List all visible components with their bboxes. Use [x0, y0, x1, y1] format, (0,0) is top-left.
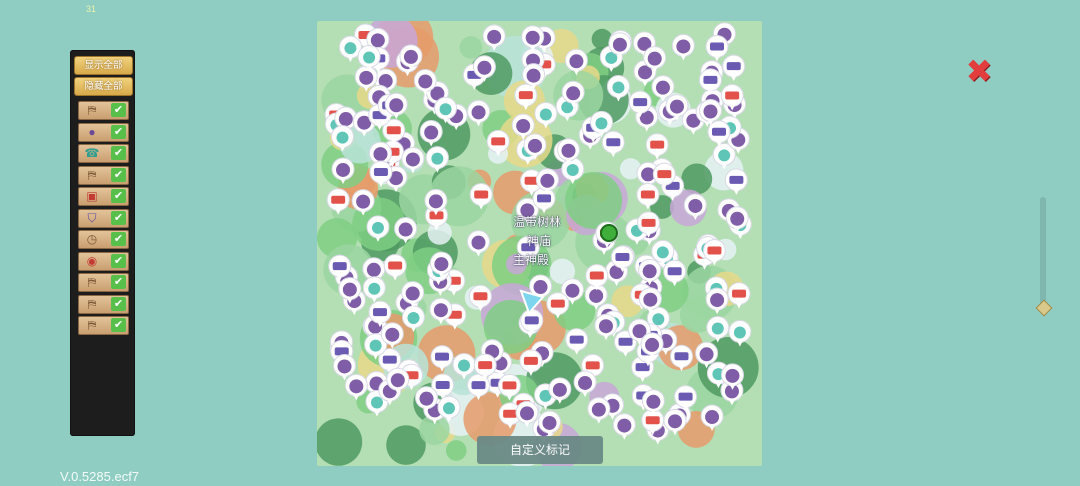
- checkbox-checked-icon[interactable]: ✔: [111, 232, 126, 246]
- chest-red-icon: ▣: [86, 189, 98, 203]
- signpost-icon: ⛿: [87, 318, 97, 332]
- terrain-patch: [445, 440, 467, 461]
- checkbox-checked-icon[interactable]: ✔: [111, 167, 126, 182]
- npc-hood-icon: ●: [88, 124, 96, 139]
- filter-row[interactable]: ⛉ ✔: [78, 208, 129, 228]
- filter-row[interactable]: ● ✔: [78, 122, 129, 142]
- filter-row[interactable]: ⛿ ✔: [78, 316, 129, 335]
- zoom-slider[interactable]: [1040, 197, 1046, 309]
- filter-row[interactable]: ⛿ ✔: [78, 101, 129, 120]
- checkbox-checked-icon[interactable]: ✔: [111, 318, 126, 332]
- map-label-temple: 神庙: [527, 234, 552, 248]
- signpost-icon: ⛿: [87, 167, 97, 182]
- hood-marker-icon[interactable]: [587, 397, 611, 424]
- sofa-icon: ⛉: [87, 210, 97, 225]
- show-all-button[interactable]: 显示全部: [74, 56, 133, 75]
- map-label-main-temple: 主神殿: [513, 253, 550, 267]
- chest-marker-icon[interactable]: [645, 133, 669, 160]
- filter-row[interactable]: ◉ ✔: [78, 251, 129, 271]
- filter-row[interactable]: ▣ ✔: [78, 187, 129, 206]
- terrain-patch: [459, 36, 483, 59]
- player-location-icon: [600, 224, 618, 242]
- filter-row[interactable]: ◷ ✔: [78, 230, 129, 249]
- signpost-icon: ⛿: [87, 296, 97, 311]
- checkbox-checked-icon[interactable]: ✔: [111, 103, 126, 117]
- signpost-icon: ⛿: [87, 103, 97, 117]
- hood-marker-icon[interactable]: [671, 33, 695, 61]
- checkbox-checked-icon[interactable]: ✔: [111, 296, 126, 311]
- map-label-forest: 温带树林: [513, 215, 562, 229]
- checkbox-checked-icon[interactable]: ✔: [111, 210, 126, 225]
- sofa-marker-icon[interactable]: [724, 168, 748, 195]
- clock-icon: ◷: [86, 232, 98, 246]
- sofa-marker-icon[interactable]: [705, 34, 729, 62]
- sofa-marker-icon[interactable]: [565, 328, 589, 355]
- teleport-icon: ☎: [84, 146, 100, 160]
- close-icon[interactable]: ✖: [962, 54, 996, 88]
- fps-counter: 31: [86, 4, 97, 14]
- filter-row[interactable]: ☎ ✔: [78, 144, 129, 163]
- hide-all-button[interactable]: 隐藏全部: [74, 77, 133, 96]
- snail-icon: ◉: [86, 253, 98, 268]
- zoom-slider-handle[interactable]: [1035, 299, 1053, 317]
- checkbox-checked-icon[interactable]: ✔: [111, 253, 126, 268]
- filter-row[interactable]: ⛿ ✔: [78, 273, 129, 292]
- custom-marker-button[interactable]: 自定义标记: [477, 436, 603, 464]
- chest-marker-icon[interactable]: [383, 254, 407, 281]
- world-map[interactable]: 温带树林 神庙 主神殿 自定义标记: [317, 21, 762, 466]
- filter-row[interactable]: ⛿ ✔: [78, 294, 129, 314]
- sofa-marker-icon[interactable]: [722, 54, 746, 82]
- teleport-marker-icon[interactable]: [362, 276, 386, 303]
- signpost-icon: ⛿: [87, 275, 97, 289]
- hood-marker-icon[interactable]: [612, 413, 636, 440]
- checkbox-checked-icon[interactable]: ✔: [111, 124, 126, 139]
- checkbox-checked-icon[interactable]: ✔: [111, 146, 126, 160]
- marker-filter-panel: 显示全部 隐藏全部 ⛿ ✔ ● ✔ ☎ ✔ ⛿ ✔ ▣ ✔ ⛉ ✔ ◷ ✔ ◉ ✔ ⛿ ✔ ⛿ ✔ ⛿ ✔: [70, 50, 135, 436]
- sofa-marker-icon[interactable]: [707, 120, 731, 147]
- terrain-patch: [317, 418, 363, 466]
- sofa-marker-icon[interactable]: [601, 130, 625, 158]
- filter-row[interactable]: ⛿ ✔: [78, 165, 129, 185]
- checkbox-checked-icon[interactable]: ✔: [111, 189, 126, 203]
- checkbox-checked-icon[interactable]: ✔: [111, 275, 126, 289]
- version-label: V.0.5285.ecf7: [60, 469, 140, 484]
